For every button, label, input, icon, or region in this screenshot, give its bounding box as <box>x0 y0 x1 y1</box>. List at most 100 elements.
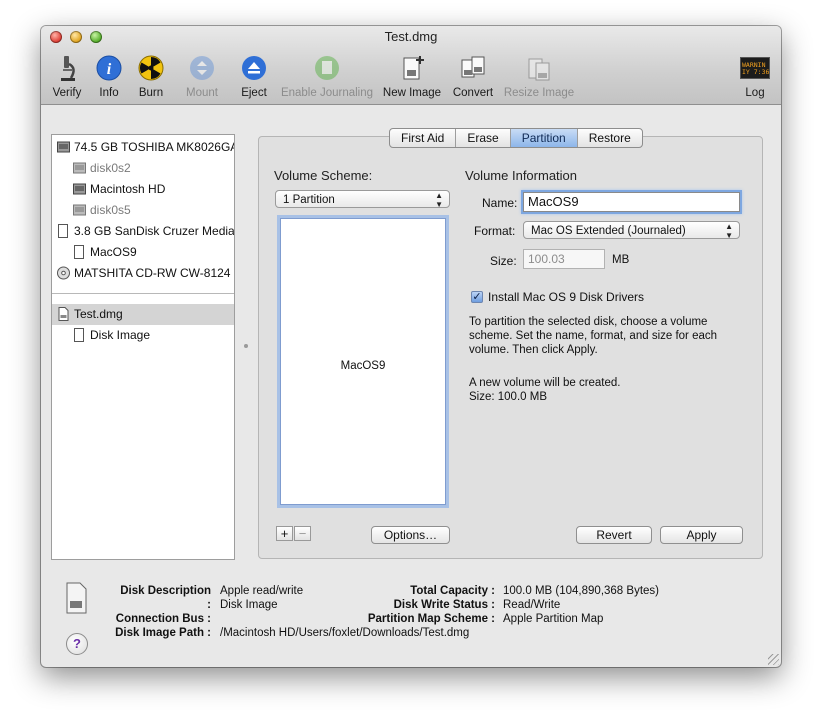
new-image-tool-button[interactable]: New Image <box>382 54 442 100</box>
sidebar-item-label: Macintosh HD <box>90 182 166 196</box>
sidebar-item-label: disk0s2 <box>90 161 131 175</box>
tab-first-aid[interactable]: First Aid <box>390 129 457 147</box>
enable-journaling-tool-button[interactable]: Enable Journaling <box>279 54 375 100</box>
partition-status-text: A new volume will be created. Size: 100.… <box>469 376 621 404</box>
connection-bus-label: Connection Bus : <box>115 613 211 625</box>
split-view-handle[interactable] <box>244 344 248 348</box>
volume-icon <box>73 204 86 216</box>
volume-scheme-popup[interactable]: 1 Partition ▲ ▼ <box>275 190 450 209</box>
log-console-icon: WARNIN IY 7:36 <box>740 57 770 79</box>
radiation-icon <box>138 55 164 81</box>
name-label: Name: <box>482 196 518 210</box>
name-field[interactable]: MacOS9 <box>523 192 740 212</box>
details-values-right: 100.0 MB (104,890,368 Bytes) Read/Write … <box>503 584 659 626</box>
details-values-left: Apple read/write Disk Image <box>220 584 303 612</box>
disk-description-value: Apple read/write <box>220 585 304 597</box>
log-label: Log <box>745 87 765 99</box>
partition-block-label: MacOS9 <box>340 360 386 372</box>
svg-text:i: i <box>107 61 112 78</box>
sidebar-item-label: MATSHITA CD-RW CW-8124 <box>74 266 231 280</box>
hard-disk-icon <box>57 141 70 153</box>
volume-icon <box>73 183 86 195</box>
volume-scheme-heading: Volume Scheme: <box>274 168 373 183</box>
log-tool-button[interactable]: WARNIN IY 7:36 Log <box>735 54 775 100</box>
options-button[interactable]: Options… <box>371 526 450 544</box>
format-value: Mac OS Extended (Journaled) <box>531 225 686 237</box>
disk-write-status-value: Read/Write <box>503 599 561 611</box>
volume-scheme-value: 1 Partition <box>283 194 335 206</box>
info-tool-button[interactable]: i Info <box>94 54 124 100</box>
burn-label: Burn <box>138 87 164 99</box>
new-image-label: New Image <box>382 87 442 99</box>
sidebar-item-disk0s2[interactable]: disk0s2 <box>52 158 234 179</box>
resize-image-tool-button[interactable]: Resize Image <box>503 54 575 100</box>
microscope-icon <box>61 56 75 81</box>
install-os9-drivers-label: Install Mac OS 9 Disk Drivers <box>488 290 645 304</box>
mount-label: Mount <box>186 87 218 99</box>
sidebar-item-disk-image[interactable]: Disk Image <box>52 325 234 346</box>
volume-icon <box>74 245 84 259</box>
volume-icon <box>73 162 86 174</box>
partition-block[interactable]: MacOS9 <box>280 218 446 505</box>
disk-image-path-value: /Macintosh HD/Users/foxlet/Downloads/Tes… <box>220 627 470 639</box>
status-line: Size: 100.0 MB <box>469 391 547 403</box>
tab-restore[interactable]: Restore <box>578 129 642 147</box>
enable-journaling-label: Enable Journaling <box>280 87 374 99</box>
sidebar-item-optical-drive[interactable]: MATSHITA CD-RW CW-8124 <box>52 263 234 284</box>
eject-tool-button[interactable]: Eject <box>238 54 270 100</box>
help-text-line: volume. Then click Apply. <box>469 344 598 356</box>
volume-information-heading: Volume Information <box>465 168 578 183</box>
size-unit: MB <box>612 254 630 266</box>
titlebar: Test.dmg Verify i Info Burn Mount Eject … <box>41 26 781 105</box>
resize-grip-icon[interactable] <box>768 654 779 665</box>
total-capacity-value: 100.0 MB (104,890,368 Bytes) <box>503 585 659 597</box>
convert-tool-button[interactable]: Convert <box>450 54 496 100</box>
partition-layout-view[interactable]: MacOS9 <box>277 215 449 508</box>
sidebar-item-toshiba-disk[interactable]: 74.5 GB TOSHIBA MK8026GAX <box>52 137 234 158</box>
size-field[interactable]: 100.03 <box>523 249 605 269</box>
connection-bus-value: Disk Image <box>220 599 278 611</box>
disk-utility-window: Test.dmg Verify i Info Burn Mount Eject … <box>41 26 781 667</box>
sidebar-item-label: Test.dmg <box>74 307 123 321</box>
disk-image-file-icon <box>58 307 69 321</box>
tab-erase[interactable]: Erase <box>456 129 511 147</box>
disk-image-file-icon <box>66 582 87 614</box>
remove-partition-button[interactable]: − <box>294 526 311 541</box>
new-image-icon <box>403 56 424 80</box>
eject-label: Eject <box>241 87 267 99</box>
tab-partition[interactable]: Partition <box>510 129 578 147</box>
info-label: Info <box>99 87 119 99</box>
window-title: Test.dmg <box>384 29 438 44</box>
help-text-line: To partition the selected disk, choose a… <box>469 316 708 328</box>
burn-tool-button[interactable]: Burn <box>136 54 166 100</box>
sidebar-item-label: MacOS9 <box>90 245 137 259</box>
install-os9-drivers-checkbox[interactable]: ✓ <box>471 291 483 303</box>
mount-icon <box>190 56 214 80</box>
verify-tool-button[interactable]: Verify <box>49 54 85 100</box>
add-partition-button[interactable]: + <box>276 526 293 541</box>
sidebar-item-macintosh-hd[interactable]: Macintosh HD <box>52 179 234 200</box>
details-labels-right: Total Capacity : Disk Write Status : Par… <box>341 584 495 626</box>
format-label: Format: <box>474 224 516 238</box>
details-labels-left: Disk Description : Connection Bus : <box>115 584 211 626</box>
tab-bar: First Aid Erase Partition Restore <box>389 128 643 148</box>
format-popup[interactable]: Mac OS Extended (Journaled) ▲ ▼ <box>523 221 740 240</box>
resize-image-icon <box>528 58 550 81</box>
revert-button[interactable]: Revert <box>576 526 652 544</box>
help-button[interactable]: ? <box>66 633 88 655</box>
disk-image-path-label: Disk Image Path : <box>115 627 211 639</box>
sidebar-item-macos9-volume[interactable]: MacOS9 <box>52 242 234 263</box>
help-text-line: scheme. Set the name, format, and size f… <box>469 330 718 342</box>
popup-arrows-icon: ▲ ▼ <box>435 191 443 209</box>
mount-tool-button[interactable]: Mount <box>184 54 220 100</box>
total-capacity-label: Total Capacity : <box>410 585 495 597</box>
convert-icon <box>461 56 485 78</box>
sidebar-item-sandisk-disk[interactable]: 3.8 GB SanDisk Cruzer Media <box>52 221 234 242</box>
disk-sidebar[interactable]: 74.5 GB TOSHIBA MK8026GAX disk0s2 Macint… <box>51 134 235 560</box>
sidebar-item-disk0s5[interactable]: disk0s5 <box>52 200 234 221</box>
apply-button[interactable]: Apply <box>660 526 743 544</box>
optical-disc-icon <box>57 266 70 280</box>
sidebar-item-test-dmg[interactable]: Test.dmg <box>52 304 234 325</box>
sidebar-separator <box>52 293 234 294</box>
sidebar-item-label: Disk Image <box>90 328 151 342</box>
